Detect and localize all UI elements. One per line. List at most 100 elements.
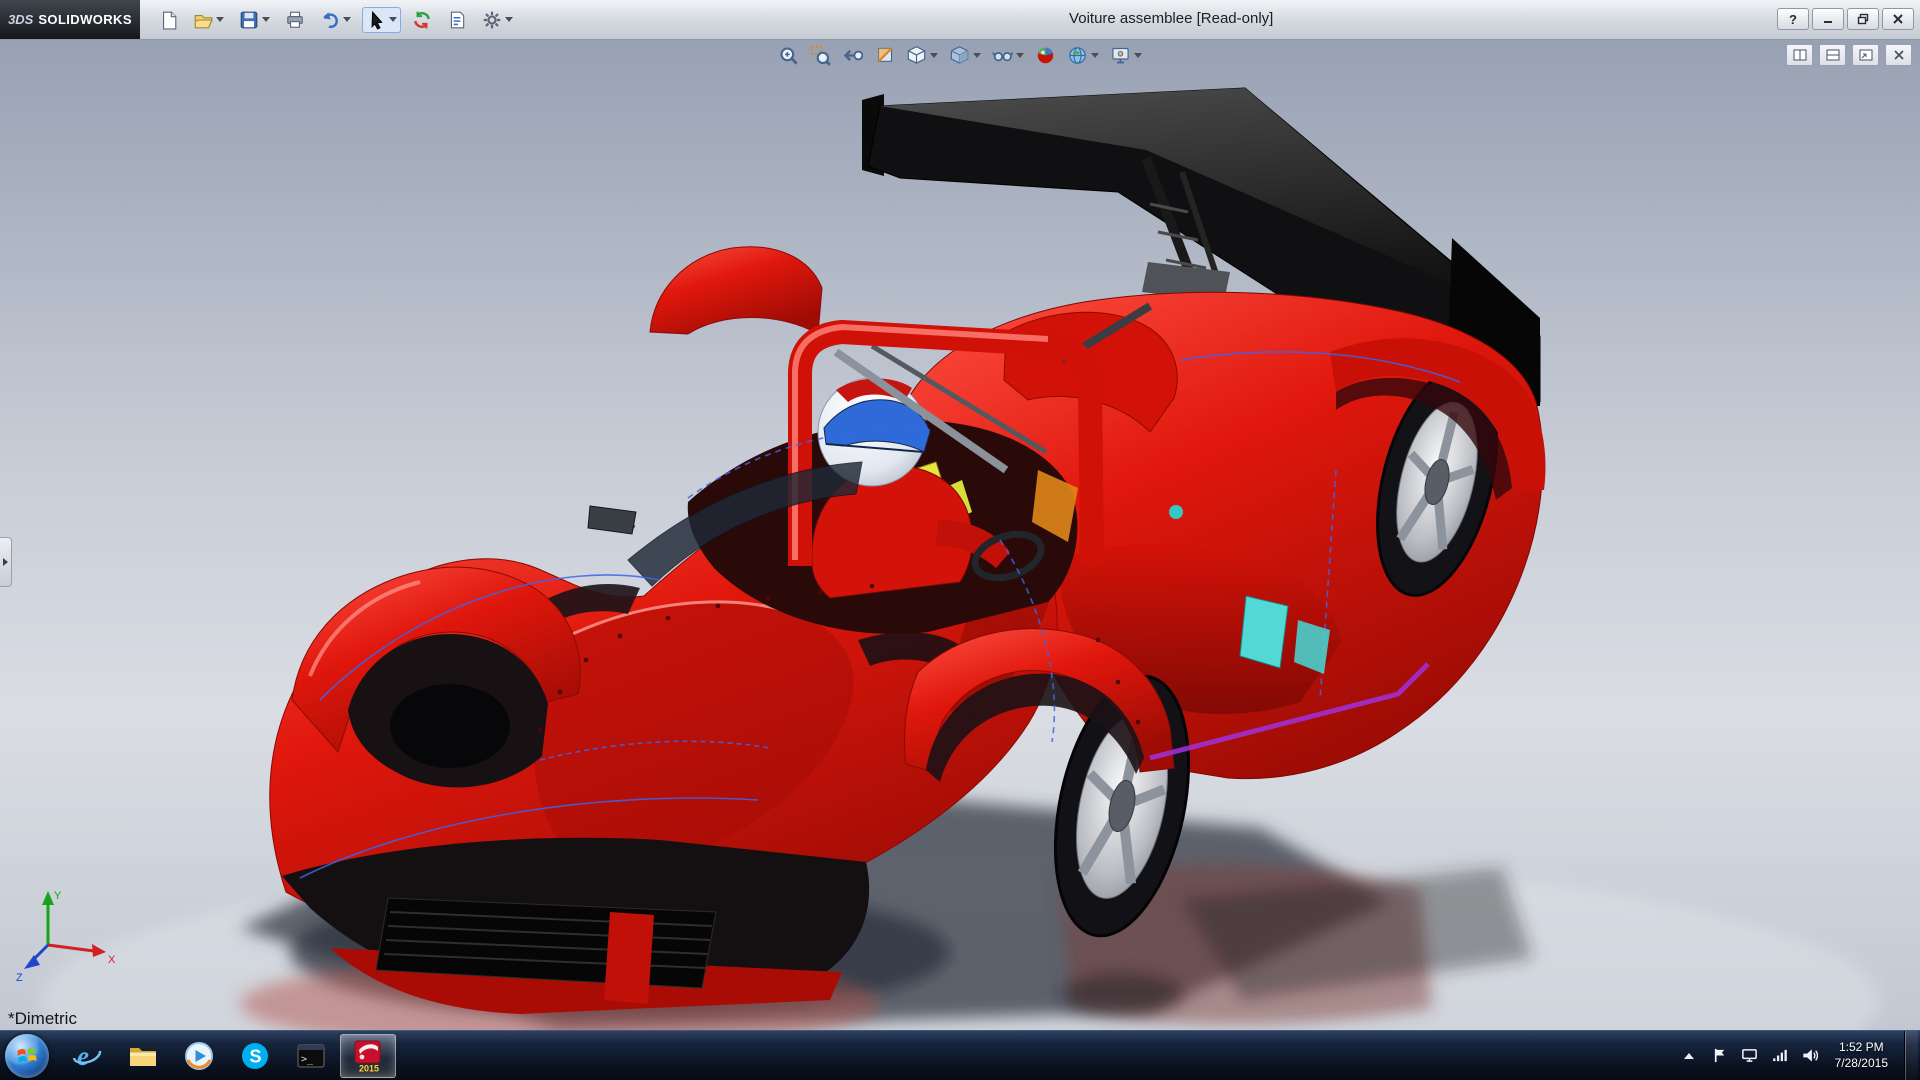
file-properties-icon <box>447 10 467 30</box>
start-button[interactable] <box>5 1034 49 1078</box>
rebuild-icon <box>412 10 432 30</box>
taskbar-item-solidworks-2015[interactable]: 2015 <box>340 1034 396 1078</box>
open-folder-icon <box>193 10 213 30</box>
split-view-button[interactable] <box>1819 44 1846 66</box>
minimize-button[interactable] <box>1812 8 1844 30</box>
select-caret <box>389 17 397 22</box>
taskbar: e S >_ 2015 <box>0 1030 1920 1080</box>
view-settings-icon <box>1110 45 1131 66</box>
title-bar: 3DS SOLIDWORKS <box>0 0 1920 40</box>
fullscreen-icon <box>1859 49 1873 61</box>
display-style-caret <box>973 53 981 58</box>
save-icon <box>239 10 259 30</box>
close-document-icon <box>1893 49 1905 61</box>
section-view-icon <box>874 45 895 66</box>
minimize-icon <box>1822 13 1834 25</box>
clock-date: 7/28/2015 <box>1835 1056 1888 1072</box>
taskbar-item-skype[interactable]: S <box>228 1035 282 1077</box>
taskbar-item-media-player[interactable] <box>172 1035 226 1077</box>
undo-icon <box>320 10 340 30</box>
show-panes-button[interactable] <box>1786 44 1813 66</box>
hide-show-items-button[interactable] <box>992 45 1024 66</box>
display-tray-icon[interactable] <box>1740 1046 1759 1065</box>
graphics-area[interactable]: Y X Z *Dimetric <box>0 39 1920 1031</box>
y-axis-arrow <box>42 891 54 905</box>
monitor-icon <box>1741 1047 1758 1064</box>
print-icon <box>285 10 305 30</box>
view-orientation-label: *Dimetric <box>8 1009 77 1029</box>
new-document-button[interactable] <box>154 7 182 33</box>
fullscreen-button[interactable] <box>1852 44 1879 66</box>
svg-text:e: e <box>77 1041 89 1071</box>
svg-text:2015: 2015 <box>359 1063 379 1073</box>
file-properties-button[interactable] <box>443 7 471 33</box>
display-style-icon <box>949 45 970 66</box>
open-caret <box>216 17 224 22</box>
chevron-up-icon <box>1684 1053 1694 1059</box>
clock-time: 1:52 PM <box>1835 1040 1888 1056</box>
command-prompt-icon: >_ <box>295 1040 327 1072</box>
options-button[interactable] <box>478 7 517 33</box>
hidden-icons-chevron[interactable] <box>1680 1046 1699 1065</box>
restore-icon <box>1857 13 1869 25</box>
undo-button[interactable] <box>316 7 355 33</box>
network-tray-icon[interactable] <box>1770 1046 1789 1065</box>
zoom-to-fit-button[interactable] <box>778 45 799 66</box>
svg-text:S: S <box>250 1046 262 1066</box>
options-gear-icon <box>482 10 502 30</box>
pane-controls <box>1786 44 1912 66</box>
x-axis-label: X <box>108 954 116 966</box>
select-tool-button[interactable] <box>362 7 401 33</box>
clock[interactable]: 1:52 PM 7/28/2015 <box>1830 1040 1893 1071</box>
options-caret <box>505 17 513 22</box>
speaker-icon <box>1801 1047 1818 1064</box>
close-button[interactable] <box>1882 8 1914 30</box>
open-button[interactable] <box>189 7 228 33</box>
edit-appearance-button[interactable] <box>1035 45 1056 66</box>
featuremanager-collapsed-tab[interactable] <box>0 537 12 587</box>
network-bars-icon <box>1771 1047 1788 1064</box>
action-center-flag[interactable] <box>1710 1046 1729 1065</box>
appearance-sphere-icon <box>1035 45 1056 66</box>
main-toolbar <box>154 7 517 33</box>
maximize-button[interactable] <box>1847 8 1879 30</box>
section-view-button[interactable] <box>874 45 895 66</box>
save-button[interactable] <box>235 7 274 33</box>
rebuild-button[interactable] <box>408 7 436 33</box>
zoom-to-area-button[interactable] <box>810 45 831 66</box>
taskbar-item-internet-explorer[interactable]: e <box>60 1035 114 1077</box>
apply-scene-caret <box>1091 53 1099 58</box>
3d-scene[interactable] <box>0 39 1920 1031</box>
volume-tray-icon[interactable] <box>1800 1046 1819 1065</box>
z-axis-label: Z <box>16 972 23 984</box>
skype-icon: S <box>239 1040 271 1072</box>
window-controls: ? <box>1777 8 1914 30</box>
internet-explorer-icon: e <box>71 1040 103 1072</box>
view-settings-button[interactable] <box>1110 45 1142 66</box>
view-settings-caret <box>1134 53 1142 58</box>
cockpit-detail <box>1169 505 1183 519</box>
split-pane-icon <box>1793 49 1807 61</box>
solidworks-logo: 3DS SOLIDWORKS <box>0 0 140 39</box>
help-button[interactable]: ? <box>1777 8 1809 30</box>
x-axis-arrow <box>92 944 106 957</box>
select-arrow-icon <box>366 10 386 30</box>
taskbar-item-windows-explorer[interactable] <box>116 1035 170 1077</box>
show-desktop-button[interactable] <box>1904 1031 1918 1080</box>
split-horizontal-icon <box>1826 49 1840 61</box>
folder-icon <box>127 1040 159 1072</box>
hide-show-caret <box>1016 53 1024 58</box>
expand-arrow-icon <box>3 558 8 566</box>
previous-view-button[interactable] <box>842 45 863 66</box>
headsup-view-toolbar <box>770 43 1150 68</box>
orientation-triad[interactable]: Y X Z <box>14 881 124 985</box>
apply-scene-button[interactable] <box>1067 45 1099 66</box>
media-player-icon <box>183 1040 215 1072</box>
view-orientation-button[interactable] <box>906 45 938 66</box>
close-document-button[interactable] <box>1885 44 1912 66</box>
new-document-icon <box>158 10 178 30</box>
taskbar-item-command-prompt[interactable]: >_ <box>284 1035 338 1077</box>
system-tray: 1:52 PM 7/28/2015 <box>1680 1031 1920 1080</box>
print-button[interactable] <box>281 7 309 33</box>
display-style-button[interactable] <box>949 45 981 66</box>
